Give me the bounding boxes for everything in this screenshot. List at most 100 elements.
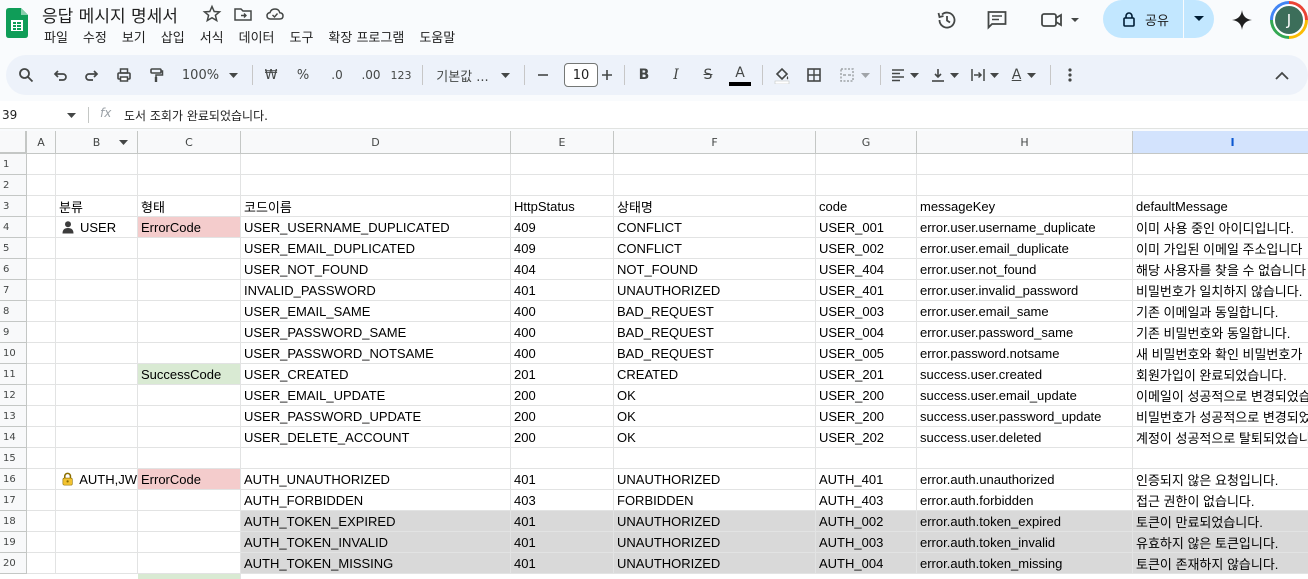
row-header-8[interactable]: 8	[0, 301, 27, 322]
cell-d15[interactable]	[241, 448, 511, 469]
cell-i11[interactable]: 회원가입이 완료되었습니다.	[1133, 364, 1308, 385]
cell-g15[interactable]	[816, 448, 917, 469]
row-header-4[interactable]: 4	[0, 217, 27, 238]
cell-f12[interactable]: OK	[614, 385, 816, 406]
cell-d3[interactable]: 코드이름	[241, 196, 511, 217]
cell-b6[interactable]	[56, 259, 138, 280]
cell-e14[interactable]: 200	[511, 427, 614, 448]
row-header-14[interactable]: 14	[0, 427, 27, 448]
cell-e11[interactable]: 201	[511, 364, 614, 385]
cell-h18[interactable]: error.auth.token_expired	[917, 511, 1133, 532]
cell-e15[interactable]	[511, 448, 614, 469]
font-family-select[interactable]: 기본값 ...	[430, 55, 516, 95]
cell-c19[interactable]	[138, 532, 241, 553]
zoom-select[interactable]: 100%	[176, 55, 244, 95]
cell-f1[interactable]	[614, 154, 816, 175]
cell-g18[interactable]: AUTH_002	[816, 511, 917, 532]
menu-data[interactable]: 데이터	[239, 27, 275, 46]
decrease-decimal-button[interactable]: .0	[324, 55, 350, 95]
menu-file[interactable]: 파일	[44, 27, 68, 46]
cell-e5[interactable]: 409	[511, 238, 614, 259]
cell-i1[interactable]	[1133, 154, 1308, 175]
row-header-7[interactable]: 7	[0, 280, 27, 301]
cell-f15[interactable]	[614, 448, 816, 469]
cell-a2[interactable]	[27, 175, 56, 196]
cell-i9[interactable]: 기존 비밀번호와 동일합니다.	[1133, 322, 1308, 343]
cell-i2[interactable]	[1133, 175, 1308, 196]
row-header-5[interactable]: 5	[0, 238, 27, 259]
cell-c5[interactable]	[138, 238, 241, 259]
cell-h13[interactable]: success.user.password_update	[917, 406, 1133, 427]
column-header-e[interactable]: E	[511, 131, 614, 154]
cell-c4[interactable]: ErrorCode	[138, 217, 241, 238]
cell-h2[interactable]	[917, 175, 1133, 196]
cell-f16[interactable]: UNAUTHORIZED	[614, 469, 816, 490]
row-header-9[interactable]: 9	[0, 322, 27, 343]
text-wrapping-button[interactable]	[966, 55, 1002, 95]
strikethrough-button[interactable]: S	[696, 55, 720, 95]
menu-edit[interactable]: 수정	[83, 27, 107, 46]
cell-b17[interactable]	[56, 490, 138, 511]
cell-d16[interactable]: AUTH_UNAUTHORIZED	[241, 469, 511, 490]
name-box[interactable]: 39	[0, 101, 82, 129]
cell-g16[interactable]: AUTH_401	[816, 469, 917, 490]
meet-video-icon[interactable]	[1040, 8, 1082, 32]
menu-view[interactable]: 보기	[122, 27, 146, 46]
cell-c14[interactable]	[138, 427, 241, 448]
cell-h4[interactable]: error.user.username_duplicate	[917, 217, 1133, 238]
search-menus-button[interactable]	[14, 55, 38, 95]
cell-b20[interactable]	[56, 553, 138, 574]
fill-color-button[interactable]	[770, 55, 794, 95]
cell-i16[interactable]: 인증되지 않은 요청입니다.	[1133, 469, 1308, 490]
cell-c15[interactable]	[138, 448, 241, 469]
cell-f11[interactable]: CREATED	[614, 364, 816, 385]
cell-h11[interactable]: success.user.created	[917, 364, 1133, 385]
cell-e20[interactable]: 401	[511, 553, 614, 574]
cell-g7[interactable]: USER_401	[816, 280, 917, 301]
share-main-button[interactable]: 공유	[1103, 0, 1183, 38]
cell-i17[interactable]: 접근 권한이 없습니다.	[1133, 490, 1308, 511]
cell-a17[interactable]	[27, 490, 56, 511]
cell-h5[interactable]: error.user.email_duplicate	[917, 238, 1133, 259]
cell-g4[interactable]: USER_001	[816, 217, 917, 238]
cell-f13[interactable]: OK	[614, 406, 816, 427]
cell-g2[interactable]	[816, 175, 917, 196]
cell-c9[interactable]	[138, 322, 241, 343]
cell-c11[interactable]: SuccessCode	[138, 364, 241, 385]
cell-b14[interactable]	[56, 427, 138, 448]
cell-c18[interactable]	[138, 511, 241, 532]
cell-i3[interactable]: defaultMessage	[1133, 196, 1308, 217]
cell-g5[interactable]: USER_002	[816, 238, 917, 259]
cell-g13[interactable]: USER_200	[816, 406, 917, 427]
percent-format-button[interactable]: %	[292, 55, 314, 95]
cell-d14[interactable]: USER_DELETE_ACCOUNT	[241, 427, 511, 448]
cell-f8[interactable]: BAD_REQUEST	[614, 301, 816, 322]
column-header-b[interactable]: B	[56, 131, 138, 154]
text-rotation-button[interactable]: A	[1006, 55, 1042, 95]
increase-decimal-button[interactable]: .00	[356, 55, 386, 95]
cell-g14[interactable]: USER_202	[816, 427, 917, 448]
cell-g1[interactable]	[816, 154, 917, 175]
cell-e6[interactable]: 404	[511, 259, 614, 280]
cell-b10[interactable]	[56, 343, 138, 364]
more-options-button[interactable]	[1058, 55, 1082, 95]
cell-a1[interactable]	[27, 154, 56, 175]
borders-button[interactable]	[802, 55, 826, 95]
font-size-decrease-button[interactable]	[532, 55, 554, 95]
star-icon[interactable]	[202, 4, 222, 24]
cell-c1[interactable]	[138, 154, 241, 175]
cell-h9[interactable]: error.user.password_same	[917, 322, 1133, 343]
sheets-logo-icon[interactable]	[6, 8, 28, 38]
cell-f7[interactable]: UNAUTHORIZED	[614, 280, 816, 301]
cell-b13[interactable]	[56, 406, 138, 427]
cell-f10[interactable]: BAD_REQUEST	[614, 343, 816, 364]
menu-format[interactable]: 서식	[200, 27, 224, 46]
cell-e4[interactable]: 409	[511, 217, 614, 238]
cell-a15[interactable]	[27, 448, 56, 469]
cell-a9[interactable]	[27, 322, 56, 343]
cell-g6[interactable]: USER_404	[816, 259, 917, 280]
currency-format-button[interactable]: ₩	[260, 55, 282, 95]
row-header-20[interactable]: 20	[0, 553, 27, 574]
cell-g12[interactable]: USER_200	[816, 385, 917, 406]
row-header-6[interactable]: 6	[0, 259, 27, 280]
